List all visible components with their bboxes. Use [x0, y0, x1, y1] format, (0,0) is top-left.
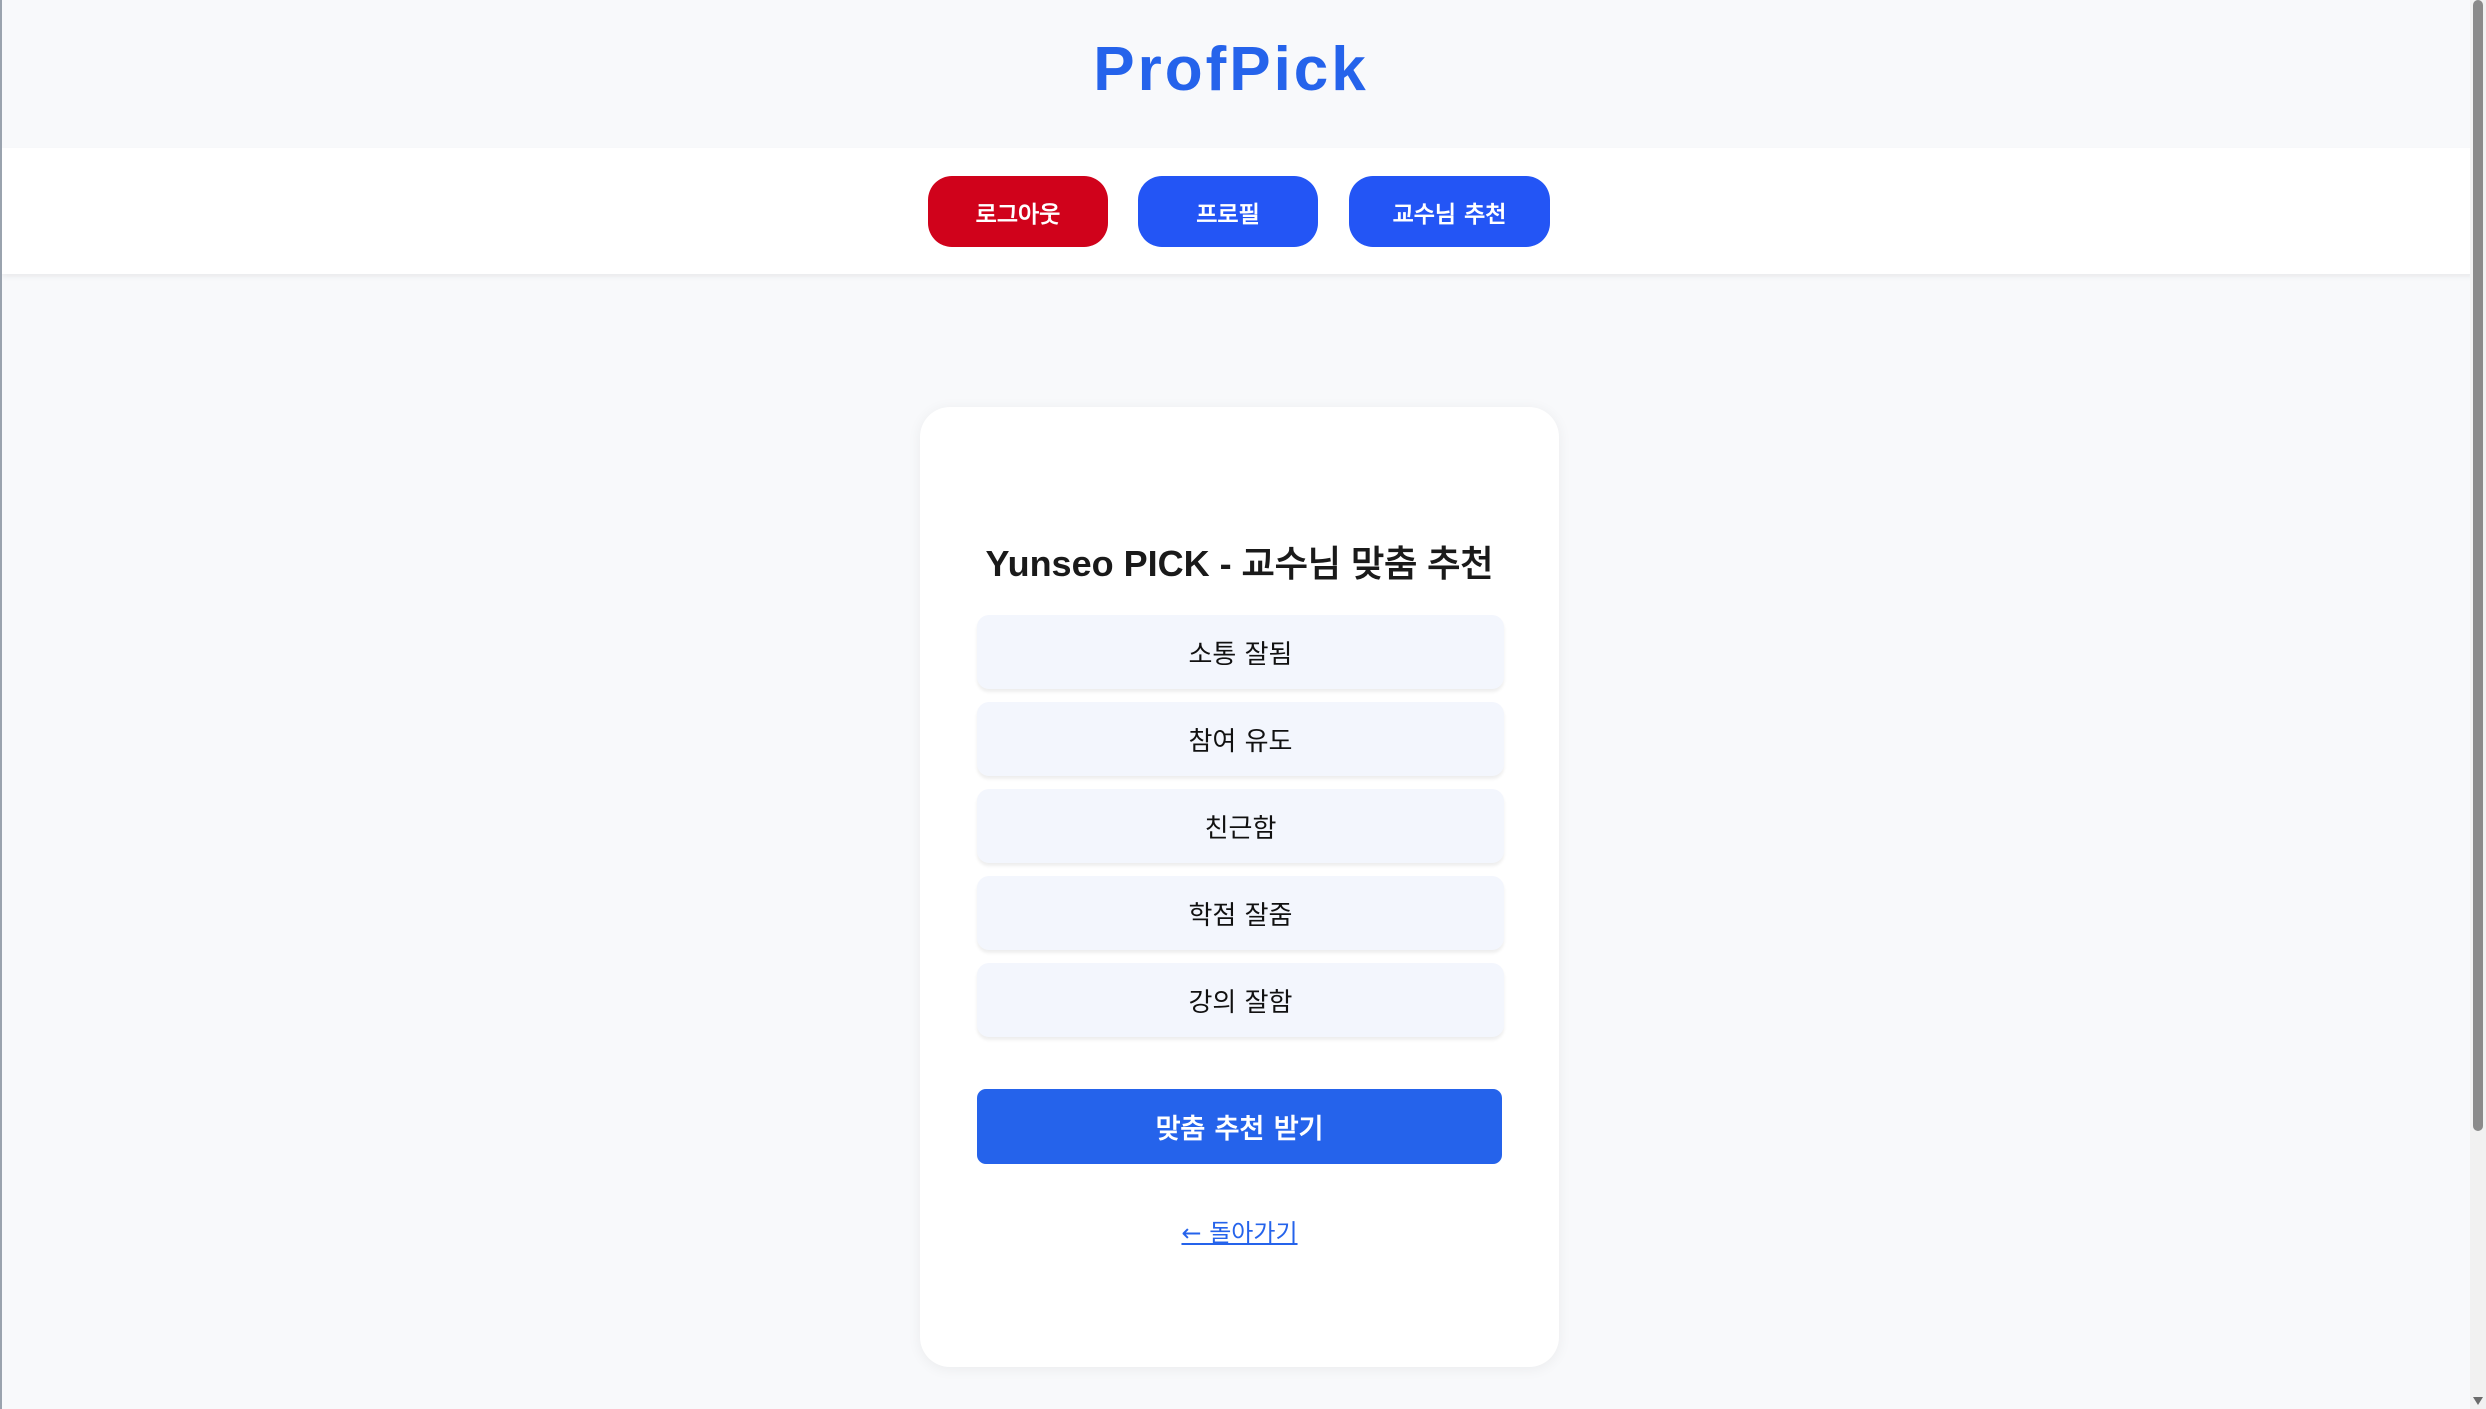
option-grading[interactable]: 학점 잘줌	[977, 876, 1504, 950]
card-title: Yunseo PICK - 교수님 맞춤 추천	[985, 543, 1494, 584]
brand-logo[interactable]: ProfPick	[1093, 34, 1369, 105]
back-link[interactable]: ← 돌아가기	[920, 1213, 1559, 1248]
nav-bar: 로그아웃 프로필 교수님 추천	[2, 148, 2474, 274]
logout-button[interactable]: 로그아웃	[928, 176, 1108, 247]
scroll-down-arrow-icon[interactable]	[2473, 1397, 2483, 1405]
option-lecture-quality[interactable]: 강의 잘함	[977, 963, 1504, 1037]
professor-recommend-button[interactable]: 교수님 추천	[1349, 176, 1550, 247]
scrollbar-thumb[interactable]	[2473, 0, 2483, 1131]
option-participation[interactable]: 참여 유도	[977, 702, 1504, 776]
vertical-scrollbar[interactable]	[2470, 0, 2486, 1409]
profile-button[interactable]: 프로필	[1138, 176, 1318, 247]
get-recommendation-button[interactable]: 맞춤 추천 받기	[977, 1089, 1502, 1164]
option-communication[interactable]: 소통 잘됨	[977, 615, 1504, 689]
recommendation-card: Yunseo PICK - 교수님 맞춤 추천 소통 잘됨 참여 유도 친근함 …	[920, 407, 1559, 1367]
page: ProfPick 로그아웃 프로필 교수님 추천 Yunseo PICK - 교…	[0, 0, 2486, 1409]
option-friendliness[interactable]: 친근함	[977, 789, 1504, 863]
app-header: ProfPick	[2, 0, 2460, 146]
